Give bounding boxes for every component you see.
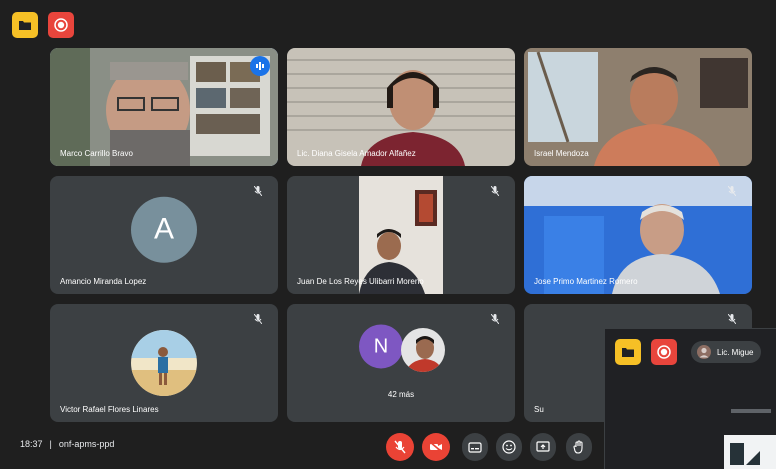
participant-name: Marco Carrillo Bravo — [60, 149, 133, 158]
pip-participant-name: Lic. Migue — [717, 347, 754, 357]
captions-icon — [468, 441, 482, 453]
microphone-button[interactable] — [386, 433, 414, 461]
pip-folder-button[interactable] — [615, 339, 641, 365]
captions-button[interactable] — [462, 433, 488, 461]
mic-off-icon — [394, 440, 406, 454]
pip-thumbnail — [724, 435, 776, 469]
meeting-time: 18:37 — [20, 439, 43, 449]
picture-in-picture[interactable]: Lic. Migue — [604, 328, 776, 469]
present-button[interactable] — [530, 433, 556, 461]
pip-participant-chip: Lic. Migue — [691, 341, 762, 363]
participant-name: Victor Rafael Flores Linares — [60, 405, 159, 414]
participant-tile[interactable]: Marco Carrillo Bravo — [50, 48, 278, 166]
mic-off-icon — [728, 186, 736, 196]
mic-off-icon — [254, 186, 262, 196]
mic-off-icon — [728, 314, 736, 324]
emoji-icon — [502, 440, 516, 454]
record-icon — [54, 18, 68, 32]
emoji-button[interactable] — [496, 433, 522, 461]
participant-name: Juan De Los Reyes Ulibarri Moreno — [297, 277, 424, 286]
avatar — [697, 345, 711, 359]
mic-off-icon — [254, 314, 262, 324]
logo-shape — [730, 443, 760, 465]
meeting-info: 18:37 | onf-apms-ppd — [20, 439, 114, 449]
folder-icon — [19, 21, 31, 30]
participant-tile[interactable]: Juan De Los Reyes Ulibarri Moreno — [287, 176, 515, 294]
present-icon — [536, 441, 550, 452]
meeting-separator: | — [49, 439, 52, 449]
mic-off-icon — [491, 314, 499, 324]
participant-tile[interactable]: Jose Primo Martinez Romero — [524, 176, 752, 294]
pip-recording-button[interactable] — [651, 339, 677, 365]
participant-tile[interactable]: Israel Mendoza — [524, 48, 752, 166]
recording-button[interactable] — [48, 12, 74, 38]
folder-button[interactable] — [12, 12, 38, 38]
participant-name: Amancio Miranda Lopez — [60, 277, 147, 286]
speaking-indicator — [250, 56, 270, 76]
participant-name: Israel Mendoza — [534, 149, 589, 158]
more-participants: 42 más — [387, 390, 415, 399]
participant-tile[interactable]: A Amancio Miranda Lopez — [50, 176, 278, 294]
raise-hand-icon — [573, 440, 583, 454]
participant-name: Su — [534, 405, 544, 414]
pip-toolbar — [615, 339, 677, 365]
participant-name: Jose Primo Martinez Romero — [534, 277, 638, 286]
avatar — [131, 330, 197, 396]
mic-off-icon — [491, 186, 499, 196]
audio-wave-icon — [256, 62, 264, 70]
camera-button[interactable] — [422, 433, 450, 461]
participant-tile[interactable]: Victor Rafael Flores Linares — [50, 304, 278, 422]
avatar — [401, 328, 445, 372]
avatar: N — [359, 324, 403, 369]
top-toolbar — [12, 12, 74, 38]
participant-name: Lic. Diana Gisela Amador Alfañez — [297, 149, 416, 158]
camera-off-icon — [429, 441, 443, 453]
pip-divider — [731, 409, 771, 413]
folder-icon — [622, 348, 634, 357]
meeting-code: onf-apms-ppd — [58, 439, 115, 449]
participant-tile[interactable]: N 42 más — [287, 304, 515, 422]
participant-tile[interactable]: Lic. Diana Gisela Amador Alfañez — [287, 48, 515, 166]
record-icon — [657, 345, 671, 359]
raise-hand-button[interactable] — [566, 433, 592, 461]
avatar: A — [131, 196, 197, 263]
